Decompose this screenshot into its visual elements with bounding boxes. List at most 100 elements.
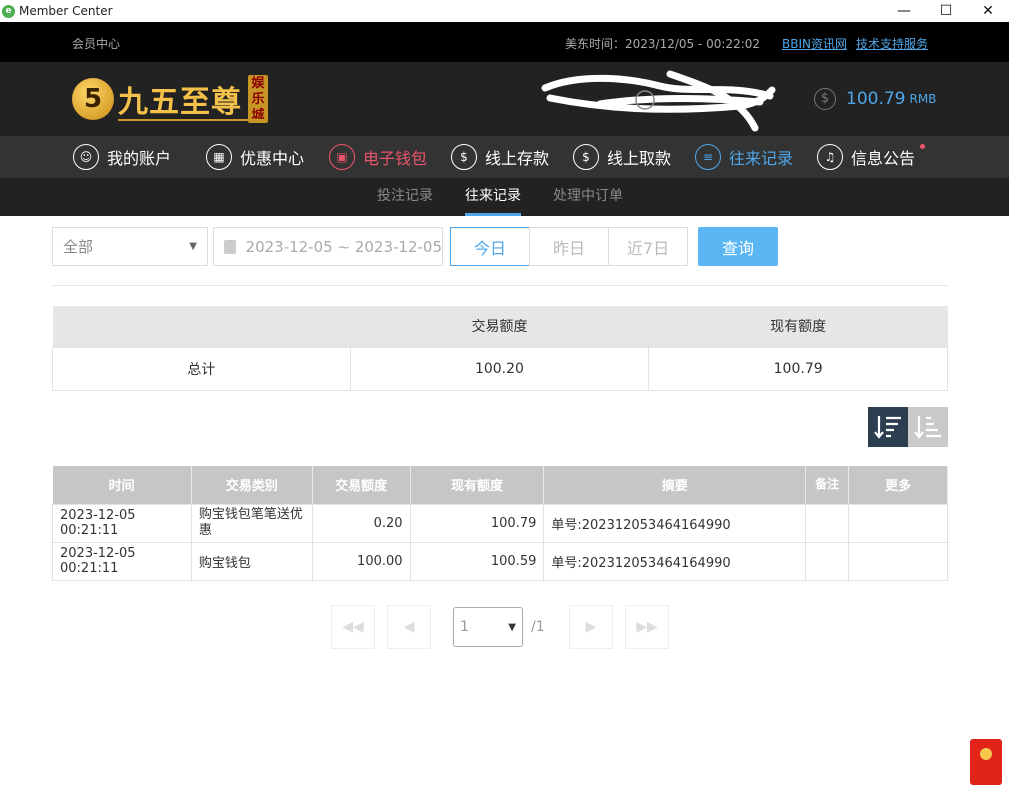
cell-more[interactable]	[848, 503, 948, 543]
query-button[interactable]: 查询	[698, 227, 778, 266]
nav-my-account[interactable]: ☺ 我的账户	[73, 142, 171, 172]
col-header: 现有额度	[410, 466, 545, 504]
cell-type: 购宝钱包笔笔送优惠	[190, 503, 313, 543]
nav-records[interactable]: ≡ 往来记录	[695, 142, 793, 172]
sub-nav: 投注记录 往来记录 处理中订单	[0, 178, 1009, 216]
balance-unit: RMB	[909, 92, 937, 106]
summary-header: 交易额度	[350, 306, 649, 347]
tab-pending-orders[interactable]: 处理中订单	[553, 178, 623, 216]
type-select[interactable]: 全部 ▼	[52, 227, 208, 266]
summary-current-amount: 100.79	[648, 346, 948, 391]
tab-bet-records[interactable]: 投注记录	[377, 178, 433, 216]
last-7-days-button[interactable]: 近7日	[608, 227, 688, 266]
record-icon: ≡	[695, 144, 721, 170]
logo-underline	[118, 119, 268, 121]
sort-desc-icon	[874, 416, 901, 439]
wallet-icon: ▣	[329, 144, 355, 170]
main-nav: ☺ 我的账户 ▦ 优惠中心 ▣ 电子钱包 $ 线上存款 $ 线上取款 ≡ 往来记…	[0, 136, 1009, 178]
eastern-time: 美东时间：2023/12/05 - 00:22:02	[565, 37, 761, 51]
header: 5 九五至尊 娱乐城 $ 100.79 RMB	[0, 62, 1009, 136]
balance-amount: 100.79	[846, 89, 906, 109]
logo-badge: 娱乐城	[248, 75, 268, 123]
nav-withdraw[interactable]: $ 线上取款	[573, 142, 671, 172]
nav-label: 电子钱包	[363, 149, 428, 168]
records-table: 时间 交易类别 交易额度 现有额度 摘要 备注 更多 2023-12-05 00…	[52, 466, 948, 581]
cell-amount: 0.20	[311, 503, 411, 543]
sort-descending-button[interactable]	[868, 407, 908, 447]
divider	[52, 285, 948, 286]
cell-amount: 100.00	[311, 541, 411, 581]
cell-balance: 100.79	[409, 503, 545, 543]
logo: 5 九五至尊 娱乐城	[72, 71, 268, 127]
table-row: 2023-12-05 00:21:11 购宝钱包 100.00 100.59 单…	[52, 541, 948, 581]
cell-summary: 单号:202312053464164990	[543, 503, 807, 543]
yesterday-button[interactable]: 昨日	[529, 227, 609, 266]
cell-type: 购宝钱包	[190, 541, 313, 581]
close-button[interactable]: ✕	[967, 0, 1009, 22]
cell-summary: 单号:202312053464164990	[543, 541, 807, 581]
col-header: 更多	[848, 466, 948, 504]
red-packet-seal	[980, 748, 992, 760]
tech-support-link[interactable]: 技术支持服务	[856, 35, 928, 52]
redaction-scribble	[541, 70, 776, 132]
today-button[interactable]: 今日	[450, 227, 530, 266]
nav-promotions[interactable]: ▦ 优惠中心	[206, 142, 304, 172]
summary-header: 现有额度	[648, 306, 948, 347]
bell-icon: ♫	[817, 144, 843, 170]
calendar-icon	[224, 239, 236, 254]
bbin-news-link[interactable]: BBIN资讯网	[782, 35, 847, 52]
red-packet-icon[interactable]	[970, 739, 1002, 785]
date-range-input[interactable]: 2023-12-05 ~ 2023-12-05	[213, 227, 443, 266]
col-header: 摘要	[543, 466, 807, 504]
cell-time: 2023-12-05 00:21:11	[52, 541, 192, 581]
cell-note	[805, 503, 850, 543]
deposit-icon: $	[451, 144, 477, 170]
col-header: 交易类别	[191, 466, 313, 504]
app-icon: e	[2, 4, 15, 18]
table-row: 2023-12-05 00:21:11 购宝钱包笔笔送优惠 0.20 100.7…	[52, 503, 948, 543]
logo-text: 九五至尊	[118, 85, 242, 120]
page-select[interactable]: 1 ▼	[453, 607, 523, 647]
last-page-button[interactable]: ▶▶	[625, 605, 669, 649]
col-header: 时间	[52, 466, 192, 504]
top-strip: 会员中心 美东时间：2023/12/05 - 00:22:02 BBIN资讯网 …	[0, 22, 1009, 62]
page-total: /1	[531, 619, 545, 635]
prev-page-button[interactable]: ◀	[387, 605, 431, 649]
minimize-button[interactable]: —	[883, 0, 925, 22]
cell-balance: 100.59	[409, 541, 545, 581]
summary-header	[52, 306, 351, 347]
cell-time: 2023-12-05 00:21:11	[52, 503, 192, 543]
page-select-value: 1	[460, 619, 469, 635]
summary-label: 总计	[52, 346, 351, 391]
chevron-down-icon: ▼	[189, 241, 197, 252]
cell-note	[805, 541, 850, 581]
nav-label: 线上取款	[607, 149, 672, 168]
window-titlebar: e Member Center — ☐ ✕	[0, 0, 1009, 22]
window-title: Member Center	[19, 4, 113, 18]
nav-label: 往来记录	[729, 149, 794, 168]
col-header: 交易额度	[312, 466, 411, 504]
type-select-value: 全部	[63, 238, 94, 256]
withdraw-icon: $	[573, 144, 599, 170]
summary-transaction-amount: 100.20	[349, 346, 650, 391]
cell-more[interactable]	[848, 541, 948, 581]
nav-label: 线上存款	[485, 149, 550, 168]
sort-asc-icon	[914, 416, 941, 439]
user-icon: ☺	[73, 144, 99, 170]
nav-label: 信息公告	[851, 149, 916, 168]
first-page-button[interactable]: ◀◀	[331, 605, 375, 649]
sort-ascending-button[interactable]	[908, 407, 948, 447]
nav-e-wallet[interactable]: ▣ 电子钱包	[329, 142, 427, 172]
nav-deposit[interactable]: $ 线上存款	[451, 142, 549, 172]
chevron-down-icon: ▼	[508, 621, 516, 633]
breadcrumb: 会员中心	[72, 37, 121, 51]
nav-label: 我的账户	[107, 149, 172, 168]
dollar-icon: $	[814, 88, 836, 110]
tab-transaction-records[interactable]: 往来记录	[465, 178, 521, 216]
col-header: 备注	[805, 466, 850, 504]
next-page-button[interactable]: ▶	[569, 605, 613, 649]
summary-table: 交易额度 现有额度 总计 100.20 100.79	[52, 306, 948, 391]
balance: $ 100.79 RMB	[814, 88, 936, 110]
maximize-button[interactable]: ☐	[925, 0, 967, 22]
nav-announcements[interactable]: ♫ 信息公告	[817, 142, 926, 172]
